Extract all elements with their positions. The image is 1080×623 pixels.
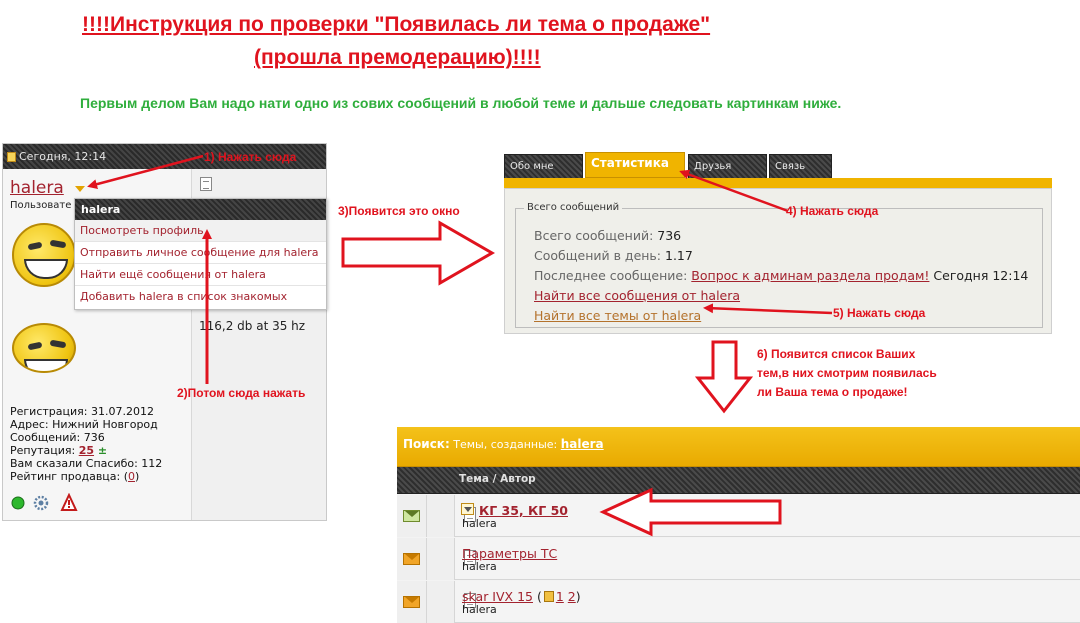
annotation-step4: 4) Нажать сюда — [786, 204, 879, 218]
thread-title-link[interactable]: КГ 35, КГ 50 — [479, 503, 568, 518]
arrow-big-down — [694, 340, 754, 414]
stat-per-day-value: 1.17 — [665, 248, 693, 263]
find-all-posts-link[interactable]: Найти все сообщения от halera — [534, 288, 740, 303]
profile-tabs: Обо мне Статистика Друзья Связь — [504, 152, 1052, 178]
stat-total: Всего сообщений: 736 — [534, 228, 682, 243]
tab-contact[interactable]: Связь — [769, 154, 832, 178]
profile-panel: Обо мне Статистика Друзья Связь Всего со… — [504, 152, 1052, 334]
thread-hot-icon — [403, 510, 420, 522]
thread-moderation-icon — [461, 503, 474, 515]
annotation-step1: 1) Нажать сюда — [204, 150, 297, 164]
user-address: Адрес: Нижний Новгород — [10, 418, 158, 431]
stat-last-post: Последнее сообщение: Вопрос к админам ра… — [534, 268, 1029, 283]
online-status-icon — [11, 496, 25, 510]
user-stats: Регистрация: 31.07.2012 Адрес: Нижний Но… — [10, 405, 162, 483]
thread-title-link[interactable]: Параметры ТС — [462, 546, 557, 561]
seller-label: Рейтинг продавца: ( — [10, 470, 129, 483]
table-row: КГ 35, КГ 50 halera — [397, 495, 1080, 537]
user-registration: Регистрация: 31.07.2012 — [10, 405, 154, 418]
menu-add-friend[interactable]: Добавить halera в список знакомых — [75, 286, 326, 308]
user-menu-caret-icon[interactable] — [75, 186, 85, 192]
thread-pages: (1 2) — [536, 589, 581, 604]
user-dropdown-menu: halera Посмотреть профиль Отправить личн… — [74, 198, 327, 310]
stat-total-value: 736 — [657, 228, 682, 243]
menu-view-profile[interactable]: Посмотреть профиль — [75, 220, 326, 242]
avatar-second — [12, 323, 76, 373]
reputation-label: Репутация: — [10, 444, 79, 457]
post-document-icon — [200, 177, 212, 191]
user-role: Пользовате — [10, 200, 72, 211]
thread-envelope-icon — [403, 596, 420, 608]
avatar — [12, 223, 76, 287]
tab-friends[interactable]: Друзья — [688, 154, 767, 178]
tab-about[interactable]: Обо мне — [504, 154, 583, 178]
last-post-time: Сегодня 12:14 — [929, 268, 1029, 283]
multipage-icon — [543, 591, 554, 602]
search-results-panel: Поиск: Темы, созданные: halera Тема / Ав… — [397, 427, 1080, 623]
thread-author: halera — [462, 560, 497, 573]
thread-author: halera — [462, 517, 497, 530]
post-username-link[interactable]: halera — [10, 178, 64, 198]
tab-bar-underline — [504, 178, 1052, 188]
annotation-step5: 5) Нажать сюда — [833, 306, 926, 320]
search-description: Темы, созданные: — [449, 438, 561, 451]
menu-send-message[interactable]: Отправить личное сообщение для halera — [75, 242, 326, 264]
thread-author: halera — [462, 603, 497, 616]
reputation-value-link[interactable]: 25 — [79, 444, 94, 457]
report-warning-icon — [60, 493, 78, 511]
thread-envelope-icon — [403, 553, 420, 565]
table-row: skar IVX 15 (1 2) halera — [397, 581, 1080, 623]
menu-find-posts[interactable]: Найти ещё сообщения от halera — [75, 264, 326, 286]
user-messages: Сообщений: 736 — [10, 431, 105, 444]
settings-gear-icon — [33, 495, 49, 511]
reputation-sign: ± — [94, 444, 108, 457]
column-topic-author[interactable]: Тема / Автор — [459, 473, 536, 485]
page-link-1[interactable]: 1 — [556, 589, 564, 604]
thread-title-link: skar IVX 15 (1 2) — [462, 589, 581, 604]
post-signature: 116,2 db at 35 hz — [199, 319, 306, 333]
user-menu-header: halera — [75, 199, 326, 220]
seller-rating-link[interactable]: 0 — [128, 470, 135, 483]
annotation-step2: 2)Потом сюда нажать — [177, 386, 306, 400]
statistics-legend: Всего сообщений — [524, 202, 623, 213]
user-thanks: Вам сказали Спасибо: 112 — [10, 457, 163, 470]
thread-title-text[interactable]: skar IVX 15 — [462, 589, 533, 604]
annotation-step3: 3)Появится это окно — [338, 204, 460, 218]
page-link-2[interactable]: 2 — [568, 589, 576, 604]
status-icons — [11, 493, 78, 511]
annotation-step6: 6) Появится список Ваших тем,в них смотр… — [757, 347, 937, 399]
tab-statistics[interactable]: Статистика — [585, 152, 685, 178]
seller-close: ) — [135, 470, 140, 483]
find-all-threads-link[interactable]: Найти все темы от halera — [534, 308, 701, 323]
user-seller-rating: Рейтинг продавца: (0) — [10, 470, 162, 483]
post-date: Сегодня, 12:14 — [19, 150, 107, 163]
post-date-icon — [7, 152, 16, 162]
last-post-link[interactable]: Вопрос к админам раздела продам! — [691, 268, 929, 283]
search-column-header: Тема / Автор — [397, 467, 1080, 494]
instruction-title: !!!!Инструкция по проверки "Появилась ли… — [82, 13, 711, 36]
statistics-box: Всего сообщений Всего сообщений: 736 Соо… — [504, 188, 1052, 334]
statistics-lines: Всего сообщений: 736 Сообщений в день: 1… — [534, 226, 1028, 326]
search-label: Поиск: — [403, 437, 450, 451]
stat-per-day: Сообщений в день: 1.17 — [534, 248, 693, 263]
statistics-fieldset: Всего сообщений Всего сообщений: 736 Соо… — [515, 202, 1043, 328]
instruction-subtitle: (прошла премодерацию)!!!! — [254, 46, 541, 69]
table-row: Параметры ТС halera — [397, 538, 1080, 580]
search-header: Поиск: Темы, созданные: halera — [397, 427, 1080, 467]
user-reputation: Репутация: 25 ± — [10, 444, 162, 457]
arrow-big-right — [341, 220, 496, 286]
instruction-note: Первым делом Вам надо нати одно из сових… — [80, 95, 842, 111]
search-user-link[interactable]: halera — [561, 437, 604, 451]
